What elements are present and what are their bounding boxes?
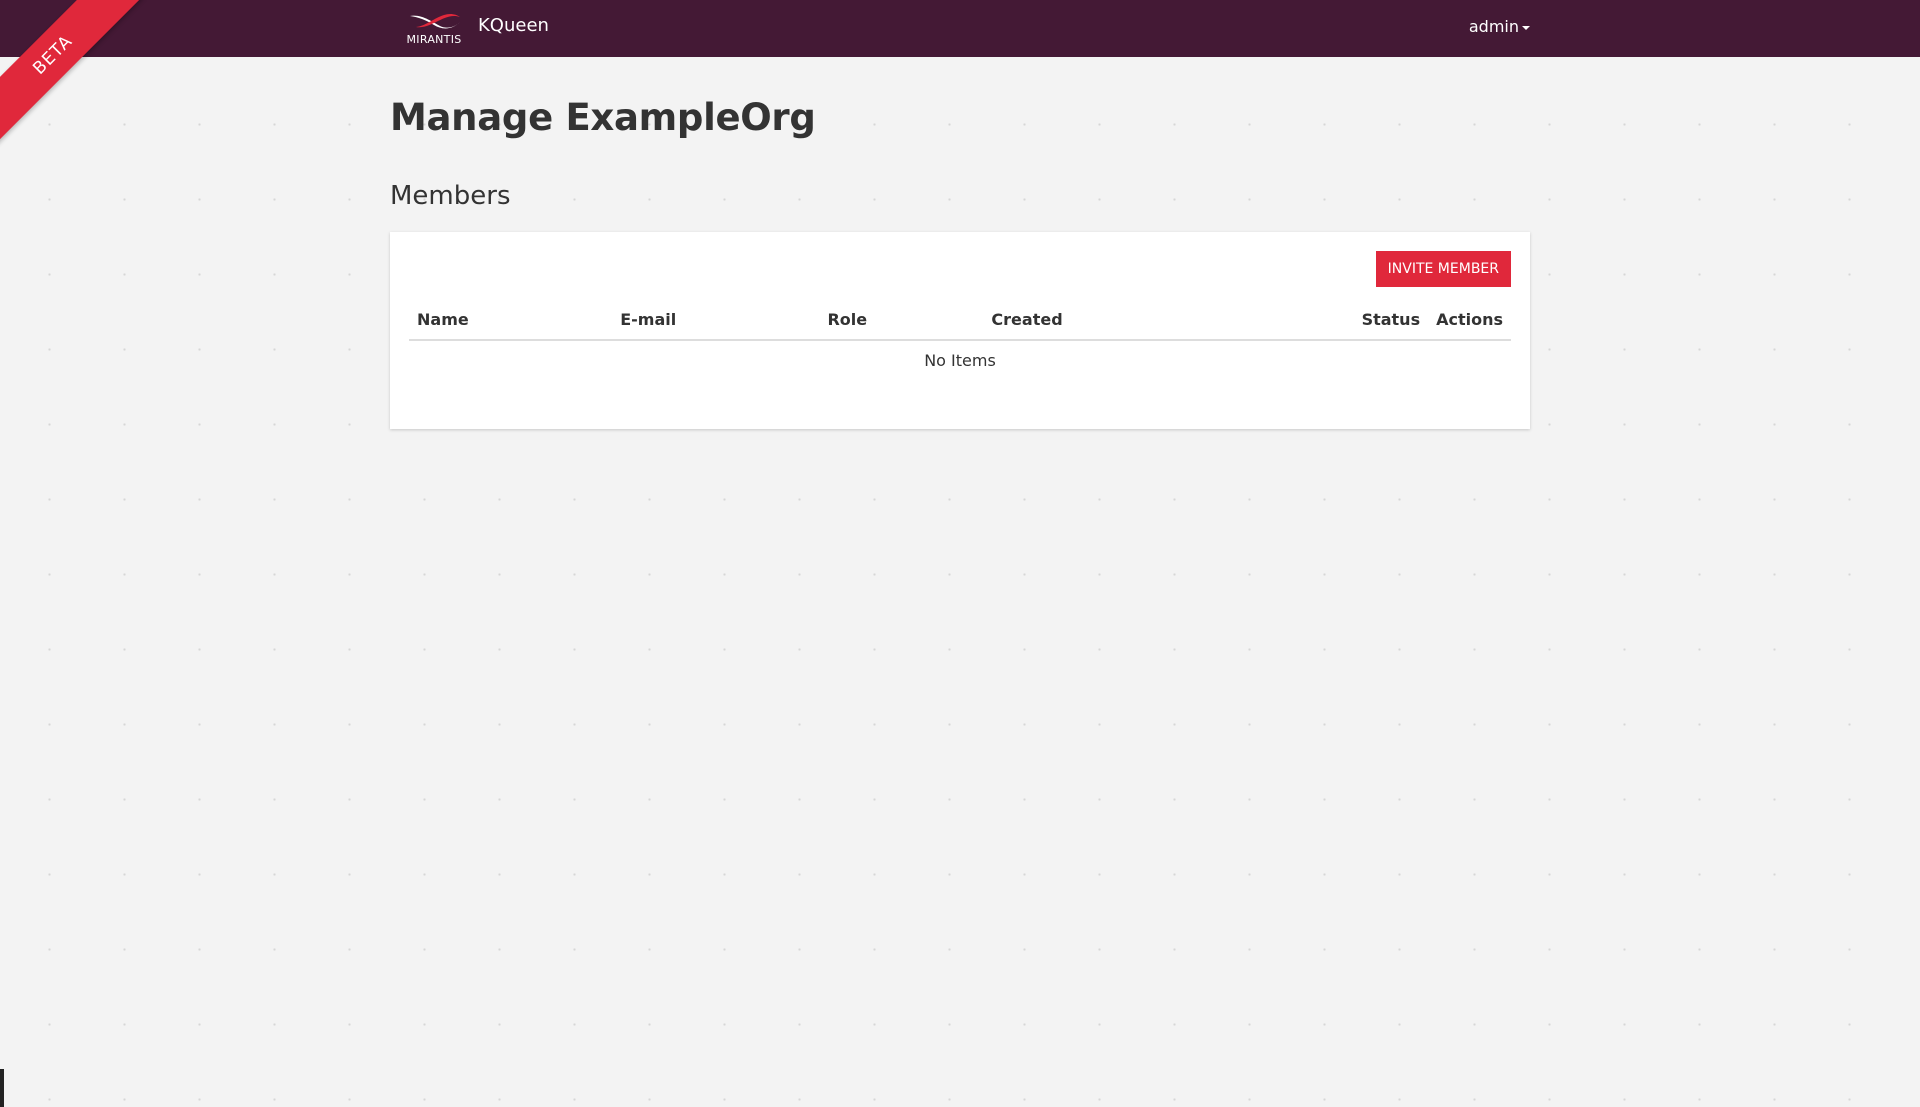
- top-navbar: MIRANTIS KQueen admin: [0, 0, 1920, 57]
- members-table: Name E-mail Role Created Status Actions …: [409, 310, 1511, 371]
- table-header-row: Name E-mail Role Created Status Actions: [409, 310, 1511, 341]
- beta-ribbon-label: BETA: [0, 0, 143, 145]
- user-menu-toggle[interactable]: admin: [1469, 17, 1530, 36]
- column-header-status[interactable]: Status: [1295, 310, 1429, 341]
- logo-text: MIRANTIS: [406, 33, 462, 46]
- user-menu-label[interactable]: admin: [1469, 17, 1519, 36]
- column-header-name[interactable]: Name: [409, 310, 613, 341]
- mirantis-logo: MIRANTIS: [404, 8, 464, 48]
- window-edge-marker: [0, 1069, 4, 1107]
- column-header-actions: Actions: [1428, 310, 1511, 341]
- app-name[interactable]: KQueen: [478, 15, 549, 36]
- caret-down-icon: [1522, 25, 1530, 30]
- column-header-created[interactable]: Created: [983, 310, 1296, 341]
- column-header-role[interactable]: Role: [819, 310, 984, 341]
- beta-ribbon: BETA: [0, 0, 150, 150]
- mirantis-logo-icon: [410, 13, 460, 29]
- empty-table-message: No Items: [924, 351, 996, 370]
- column-header-email[interactable]: E-mail: [612, 310, 820, 341]
- brand[interactable]: MIRANTIS KQueen: [404, 8, 549, 50]
- section-title: Members: [390, 181, 511, 211]
- invite-member-button[interactable]: INVITE MEMBER: [1375, 251, 1511, 287]
- empty-row: No Items: [409, 340, 1511, 371]
- page-title: Manage ExampleOrg: [390, 96, 816, 139]
- members-panel: INVITE MEMBER Name E-mail Role Created S…: [390, 232, 1530, 429]
